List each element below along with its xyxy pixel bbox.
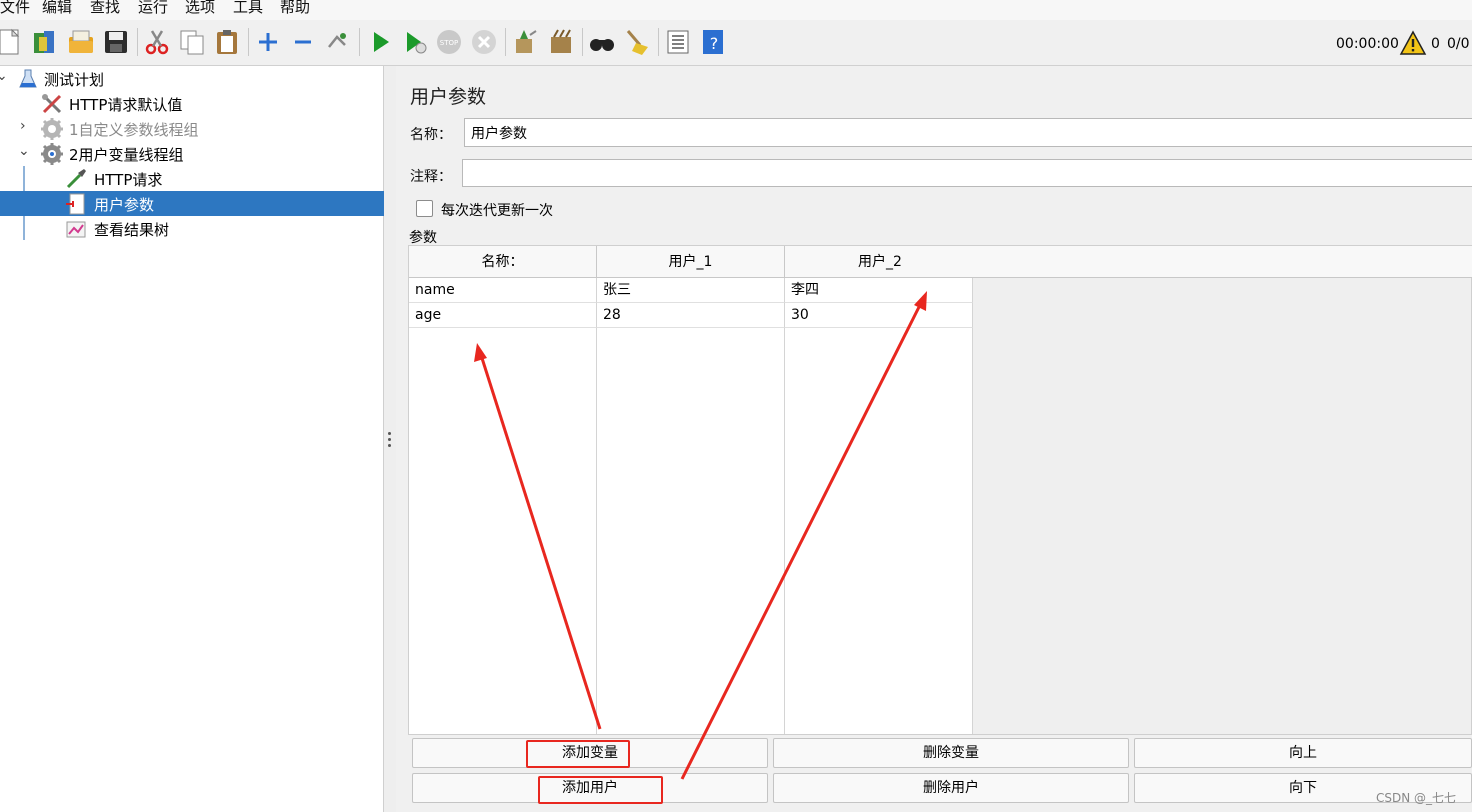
update-once-per-iteration-checkbox[interactable] <box>416 200 433 217</box>
tree-item-thread-group-2[interactable]: ⌄ 2用户变量线程组 <box>0 141 384 166</box>
parameters-label: 参数 <box>409 230 437 246</box>
delete-variable-button[interactable]: 删除变量 <box>773 738 1129 768</box>
toggle-icon[interactable] <box>323 27 353 57</box>
table-cell[interactable]: 30 <box>785 303 973 328</box>
table-cell[interactable]: 28 <box>597 303 785 328</box>
search-icon[interactable] <box>587 27 617 57</box>
delete-user-button[interactable]: 删除用户 <box>773 773 1129 803</box>
cut-icon[interactable] <box>142 27 172 57</box>
tree-item-view-results-tree[interactable]: 查看结果树 <box>0 216 384 241</box>
help-icon[interactable]: ? <box>698 27 728 57</box>
table-cell[interactable]: 张三 <box>597 278 785 303</box>
collapse-icon[interactable] <box>288 27 318 57</box>
active-threads-count: 0/0 <box>1447 36 1470 52</box>
svg-text:?: ? <box>710 34 719 53</box>
stop-icon[interactable]: STOP <box>434 27 464 57</box>
move-up-button[interactable]: 向上 <box>1134 738 1472 768</box>
parameters-table: 名称： 用户_1 用户_2 name 张三 李四 age 28 30 <box>408 245 1472 735</box>
menu-help[interactable]: 帮助 <box>280 0 310 16</box>
pipette-icon <box>64 167 88 191</box>
copy-icon[interactable] <box>177 27 207 57</box>
reset-search-icon[interactable] <box>622 27 652 57</box>
shutdown-icon[interactable] <box>469 27 499 57</box>
name-input[interactable] <box>464 118 1472 147</box>
user-parameters-panel: 用户参数 名称： 注释： 每次迭代更新一次 参数 名称： 用户_1 用户_2 n… <box>396 66 1472 812</box>
tree-item-user-parameters[interactable]: 用户参数 <box>0 191 384 216</box>
table-column-body <box>409 278 597 734</box>
clear-icon[interactable] <box>510 27 540 57</box>
tree-item-thread-group-1[interactable]: › 1自定义参数线程组 <box>0 116 384 141</box>
test-plan-tree: ⌄ 测试计划 HTTP请求默认值 › 1自定义参数线程组 ⌄ 2用户变量线程组 … <box>0 66 384 812</box>
gear-icon <box>40 142 64 166</box>
column-header-name[interactable]: 名称： <box>409 246 597 278</box>
table-cell[interactable]: age <box>409 303 597 328</box>
menu-bar: 文件 编辑 查找 运行 选项 工具 帮助 <box>0 0 1472 20</box>
save-icon[interactable] <box>101 27 131 57</box>
table-column-body <box>785 278 973 734</box>
run-no-pause-icon[interactable] <box>400 27 430 57</box>
panel-splitter[interactable] <box>384 66 396 812</box>
comment-label: 注释： <box>410 169 452 185</box>
table-column-body <box>597 278 785 734</box>
paste-icon[interactable] <box>212 27 242 57</box>
menu-edit[interactable]: 编辑 <box>42 0 72 16</box>
highlight-add-variable <box>526 740 630 768</box>
column-header-user-2[interactable]: 用户_2 <box>785 246 1472 278</box>
clear-all-icon[interactable] <box>546 27 576 57</box>
highlight-add-user <box>538 776 663 804</box>
tree-item-http-defaults[interactable]: HTTP请求默认值 <box>0 91 384 116</box>
menu-tools[interactable]: 工具 <box>233 0 263 16</box>
checkbox-label: 每次迭代更新一次 <box>441 203 553 219</box>
svg-text:STOP: STOP <box>440 39 458 47</box>
warning-icon[interactable] <box>1399 30 1427 56</box>
table-cell[interactable]: 李四 <box>785 278 973 303</box>
gear-icon <box>40 117 64 141</box>
table-cell[interactable]: name <box>409 278 597 303</box>
tree-item-test-plan[interactable]: ⌄ 测试计划 <box>0 66 384 91</box>
watermark: CSDN @_七七 <box>1376 791 1457 805</box>
wrench-icon <box>40 92 64 116</box>
chart-icon <box>64 217 88 241</box>
chevron-right-icon[interactable]: › <box>20 118 26 134</box>
templates-icon[interactable] <box>30 27 60 57</box>
open-icon[interactable] <box>66 27 96 57</box>
toolbar: STOP ? 00:00:00 0 0/0 <box>0 20 1472 66</box>
flask-icon <box>16 67 40 91</box>
chevron-down-icon[interactable]: ⌄ <box>18 143 30 159</box>
document-icon <box>64 192 88 216</box>
expand-icon[interactable] <box>253 27 283 57</box>
chevron-down-icon[interactable]: ⌄ <box>0 68 8 84</box>
name-label: 名称： <box>410 127 452 143</box>
elapsed-timer: 00:00:00 <box>1336 36 1399 52</box>
warning-count: 0 <box>1431 36 1440 52</box>
tree-item-http-request[interactable]: HTTP请求 <box>0 166 384 191</box>
panel-title: 用户参数 <box>410 86 487 108</box>
new-icon[interactable] <box>0 27 24 57</box>
menu-options[interactable]: 选项 <box>185 0 215 16</box>
menu-run[interactable]: 运行 <box>138 0 168 16</box>
run-icon[interactable] <box>365 27 395 57</box>
menu-search[interactable]: 查找 <box>90 0 120 16</box>
menu-file[interactable]: 文件 <box>0 0 30 16</box>
comment-input[interactable] <box>462 159 1472 187</box>
function-helper-icon[interactable] <box>663 27 693 57</box>
column-header-user-1[interactable]: 用户_1 <box>597 246 785 278</box>
